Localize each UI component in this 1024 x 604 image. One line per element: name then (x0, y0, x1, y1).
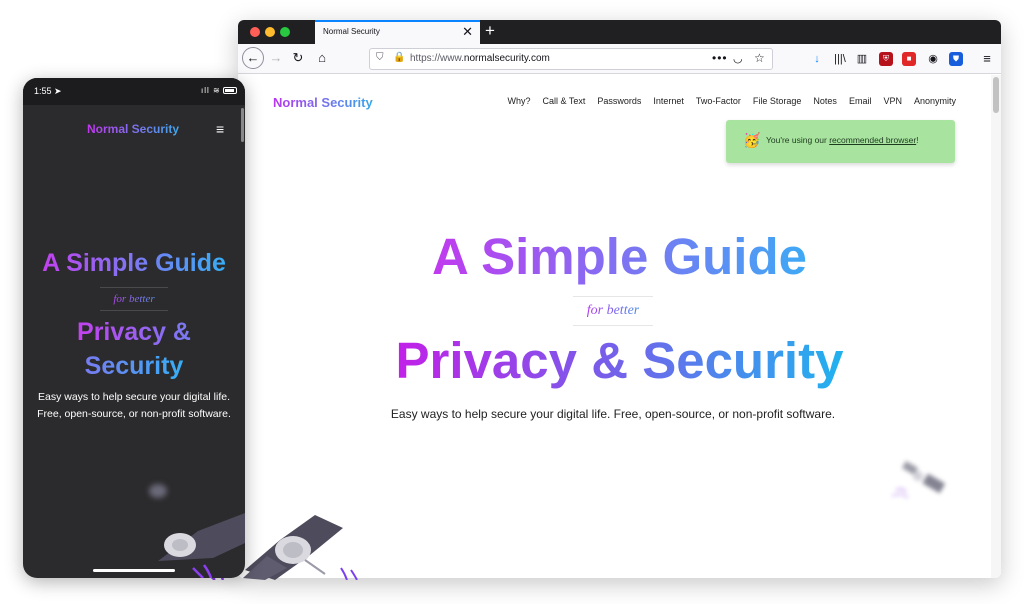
tracking-protection-shield-icon[interactable]: ⛉ (376, 52, 384, 63)
recommended-browser-notice: 🥳 You're using our recommended browser! (726, 120, 955, 163)
url-text[interactable]: https://www.normalsecurity.com (410, 53, 550, 64)
extension-icon[interactable]: ■ (902, 52, 916, 66)
phone-status-bar: 1:55 ➤ ıll ≋ (23, 78, 245, 105)
nav-link-email[interactable]: Email (849, 96, 872, 106)
minimize-window-button[interactable] (265, 27, 275, 37)
address-bar[interactable]: ⛉ 🔒 https://www.normalsecurity.com ••• ◡… (369, 48, 773, 70)
page-actions-icon[interactable]: ••• (712, 51, 728, 65)
site-navigation: Why? Call & Text Passwords Internet Two-… (507, 96, 956, 106)
nav-link-why[interactable]: Why? (507, 96, 530, 106)
bitwarden-icon[interactable]: ⛊ (949, 52, 963, 66)
hero-title-line2: Privacy & Security (395, 332, 844, 389)
navigation-toolbar: ← → ↻ ⌂ ⛉ 🔒 https://www.normalsecurity.c… (238, 44, 1001, 74)
notice-text: You're using our recommended browser! (766, 135, 919, 145)
bookmark-star-icon[interactable]: ☆ (754, 51, 765, 65)
phone-hero-title-line2: Privacy & Security (77, 318, 191, 380)
hamburger-menu-icon[interactable]: ≡ (216, 122, 224, 136)
tab-normal-security[interactable]: Normal Security ✕ (315, 20, 480, 44)
pocket-icon[interactable]: ◡ (733, 52, 743, 65)
recommended-browser-link[interactable]: recommended browser (829, 135, 916, 145)
site-logo[interactable]: Normal Security (273, 95, 373, 110)
satellite-icon (149, 484, 245, 578)
tab-title: Normal Security (323, 27, 380, 36)
nav-link-anonymity[interactable]: Anonymity (914, 96, 956, 106)
nav-link-vpn[interactable]: VPN (883, 96, 902, 106)
phone-mockup: 1:55 ➤ ıll ≋ Normal Security ≡ A Simple … (23, 78, 245, 578)
close-window-button[interactable] (250, 27, 260, 37)
hero-description: Easy ways to help secure your digital li… (390, 407, 836, 421)
forward-arrow-icon[interactable]: → (268, 48, 284, 68)
wifi-signal-icon: ıll ≋ (201, 86, 221, 95)
download-icon[interactable]: ↓ (810, 52, 824, 66)
home-indicator[interactable] (93, 569, 175, 572)
nav-link-passwords[interactable]: Passwords (597, 96, 641, 106)
browser-window: Normal Security ✕ + ← → ↻ ⌂ ⛉ 🔒 https://… (238, 20, 1001, 578)
scrollbar-thumb[interactable] (993, 77, 999, 113)
tab-bar: Normal Security ✕ + (238, 20, 1001, 44)
phone-scrollbar[interactable] (241, 108, 244, 142)
battery-icon (223, 87, 237, 94)
home-icon[interactable]: ⌂ (314, 48, 330, 68)
phone-hero-title-line1: A Simple Guide (42, 249, 226, 277)
hero-subtitle: for better (573, 296, 653, 326)
account-icon[interactable]: ◉ (926, 52, 940, 66)
sidebar-icon[interactable]: ▥ (855, 52, 869, 66)
phone-site-logo[interactable]: Normal Security (87, 122, 179, 136)
nav-link-two-factor[interactable]: Two-Factor (696, 96, 741, 106)
nav-link-notes[interactable]: Notes (813, 96, 837, 106)
satellite-icon (891, 461, 946, 499)
nav-link-call-text[interactable]: Call & Text (542, 96, 585, 106)
stage: Normal Security ✕ + ← → ↻ ⌂ ⛉ 🔒 https://… (0, 0, 1024, 604)
phone-hero-description: Easy ways to help secure your digital li… (37, 391, 231, 420)
maximize-window-button[interactable] (280, 27, 290, 37)
close-tab-icon[interactable]: ✕ (462, 24, 473, 40)
back-arrow-icon[interactable]: ← (242, 47, 264, 69)
page-scrollbar[interactable] (991, 75, 1001, 578)
party-face-icon: 🥳 (743, 132, 761, 148)
phone-time: 1:55 ➤ (34, 86, 62, 96)
nav-link-file-storage[interactable]: File Storage (753, 96, 802, 106)
library-icon[interactable]: |||\ (833, 52, 847, 66)
nav-link-internet[interactable]: Internet (653, 96, 684, 106)
new-tab-button[interactable]: + (485, 20, 495, 42)
hero-title-line1: A Simple Guide (431, 228, 807, 285)
lock-icon[interactable]: 🔒 (393, 52, 405, 63)
ublock-icon[interactable]: ⛨ (879, 52, 893, 66)
phone-hero-subtitle: for better (100, 287, 168, 311)
reload-icon[interactable]: ↻ (290, 48, 306, 68)
hamburger-menu-icon[interactable]: ≡ (980, 52, 994, 66)
